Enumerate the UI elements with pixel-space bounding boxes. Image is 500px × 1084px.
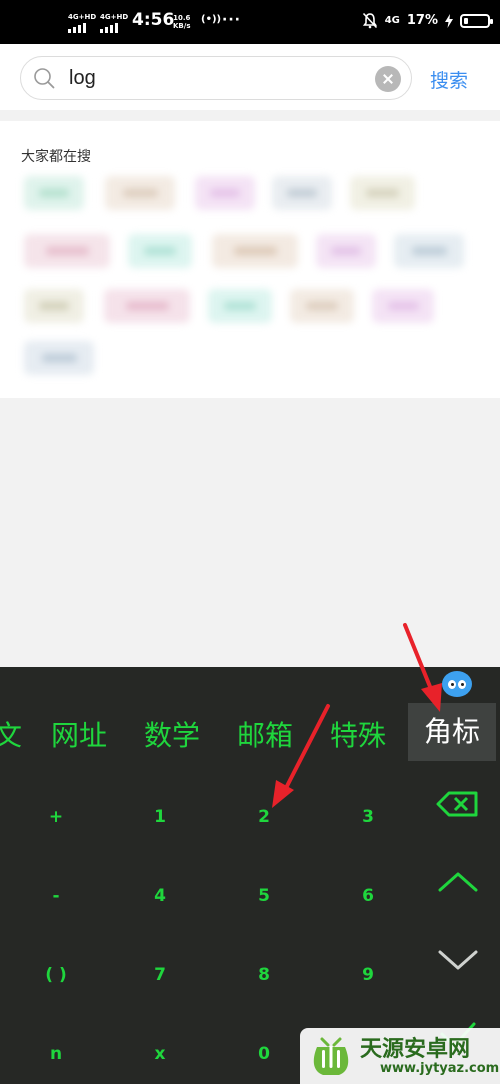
key-6[interactable]: 6 <box>338 876 398 916</box>
watermark: 天源安卓网 www.jytyaz.com <box>300 1028 500 1084</box>
trending-chip[interactable] <box>195 176 255 210</box>
mute-bell-icon <box>362 12 377 29</box>
trending-chip[interactable] <box>290 289 354 323</box>
key-n[interactable]: n <box>26 1034 86 1074</box>
speed-unit: KB/s <box>173 22 191 30</box>
trending-chip[interactable] <box>272 176 332 210</box>
status-bar: 4G+HD 4G+HD 4:56 10.6 KB/s (•)) ··· 4G 1… <box>0 0 500 44</box>
key-plus[interactable]: + <box>26 797 86 837</box>
key-x[interactable]: x <box>130 1034 190 1074</box>
trending-chip[interactable] <box>128 234 192 268</box>
trending-chip[interactable] <box>104 289 190 323</box>
network-speed: 10.6 KB/s <box>173 14 190 30</box>
trending-chip[interactable] <box>372 289 434 323</box>
key-8[interactable]: 8 <box>234 955 294 995</box>
backspace-button[interactable] <box>432 784 484 824</box>
tab-math[interactable]: 数学 <box>144 714 200 754</box>
tab-chinese[interactable]: 文 <box>0 714 22 754</box>
search-icon <box>34 68 55 89</box>
trending-chip[interactable] <box>212 234 298 268</box>
signal-icon: 4G+HD <box>67 13 97 33</box>
watermark-logo-icon <box>313 1037 349 1075</box>
search-input[interactable] <box>69 63 349 93</box>
status-right: 4G 17% <box>362 12 493 29</box>
tab-special[interactable]: 特殊 <box>330 714 386 754</box>
key-parentheses[interactable]: ( ) <box>26 955 86 995</box>
key-9[interactable]: 9 <box>338 955 398 995</box>
trending-panel: 大家都在搜 <box>0 121 500 398</box>
charging-icon <box>445 13 453 28</box>
trending-chip[interactable] <box>394 234 464 268</box>
backspace-icon <box>436 791 478 817</box>
tab-url[interactable]: 网址 <box>51 714 107 754</box>
trending-chip[interactable] <box>105 176 175 210</box>
chevron-up-icon <box>438 872 478 892</box>
key-minus[interactable]: - <box>26 876 86 916</box>
key-7[interactable]: 7 <box>130 955 190 995</box>
clear-input-button[interactable] <box>375 66 401 92</box>
cursor-down-button[interactable] <box>432 940 484 980</box>
search-header: 搜索 <box>0 44 500 110</box>
hotspot-icon: (•)) <box>201 14 222 25</box>
watermark-title: 天源安卓网 <box>360 1037 471 1062</box>
trending-chips-blurred <box>0 121 480 398</box>
key-3[interactable]: 3 <box>338 797 398 837</box>
trending-chip[interactable] <box>24 289 84 323</box>
tab-superscript[interactable]: 角标 <box>408 703 496 761</box>
trending-chip[interactable] <box>316 234 376 268</box>
signal-label: 4G+HD <box>68 13 97 21</box>
chevron-down-icon <box>438 950 478 970</box>
trending-chip[interactable] <box>24 234 110 268</box>
ime-logo-icon[interactable] <box>442 671 472 697</box>
speed-value: 10.6 <box>173 14 191 22</box>
tab-email[interactable]: 邮箱 <box>237 714 293 754</box>
key-2[interactable]: 2 <box>234 797 294 837</box>
battery-icon <box>460 13 493 28</box>
trending-chip[interactable] <box>350 176 415 210</box>
signal-label-2: 4G+HD <box>100 13 129 21</box>
battery-percent: 17% <box>406 13 438 28</box>
signal-icon-2: 4G+HD <box>99 13 129 33</box>
clock: 4:56 <box>132 10 175 30</box>
cursor-up-button[interactable] <box>432 862 484 902</box>
search-bar[interactable] <box>20 56 412 100</box>
key-1[interactable]: 1 <box>130 797 190 837</box>
keyboard-tabs: 文 网址 数学 邮箱 特殊 角标 <box>0 700 500 764</box>
network-type: 4G <box>384 15 400 26</box>
trending-chip[interactable] <box>208 289 272 323</box>
key-5[interactable]: 5 <box>234 876 294 916</box>
watermark-url: www.jytyaz.com <box>380 1061 500 1076</box>
trending-chip[interactable] <box>24 176 84 210</box>
key-4[interactable]: 4 <box>130 876 190 916</box>
trending-chip[interactable] <box>24 341 94 375</box>
key-0[interactable]: 0 <box>234 1034 294 1074</box>
search-button[interactable]: 搜索 <box>430 66 468 93</box>
more-notifications-icon: ··· <box>222 12 241 28</box>
